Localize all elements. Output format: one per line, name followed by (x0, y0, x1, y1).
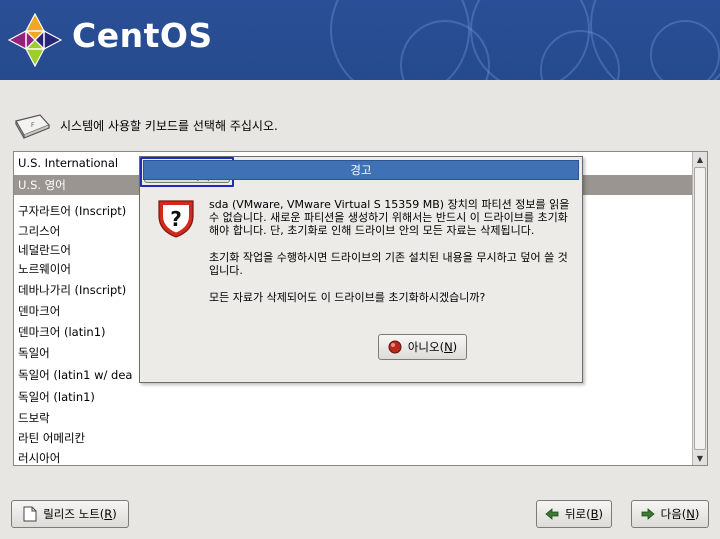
scrollbar-thumb[interactable] (694, 167, 706, 450)
no-button-label: 아니오(N) (407, 340, 458, 354)
release-notes-button[interactable]: 릴리즈 노트(R) (11, 500, 129, 528)
svg-text:F: F (31, 122, 35, 129)
keyboard-list-item[interactable]: 라틴 어메리칸 (14, 428, 692, 448)
dialog-message-2: 초기화 작업을 수행하시면 드라이브의 기존 설치된 내용을 무시하고 덮어 쓸… (209, 251, 568, 277)
list-scrollbar[interactable]: ▲ ▼ (692, 152, 707, 465)
dialog-message-1: sda (VMware, VMware Virtual S 15359 MB) … (209, 198, 570, 237)
keyboard-list-item[interactable]: 러시아어 (14, 448, 692, 465)
warning-dialog: 경고 ? sda (VMware, VMware Virtual S 15359… (139, 156, 583, 383)
dialog-message-3: 모든 자료가 삭제되어도 이 드라이브를 초기화하시겠습니까? (209, 291, 486, 304)
prompt-text: 시스템에 사용할 키보드를 선택해 주십시오. (60, 118, 278, 133)
keyboard-prompt: F 시스템에 사용할 키보드를 선택해 주십시오. (12, 110, 278, 140)
red-circle-icon (388, 340, 402, 354)
keyboard-list-item[interactable]: 독일어 (latin1) (14, 387, 692, 407)
keyboard-list-item[interactable]: 드보락 (14, 408, 692, 428)
scroll-down-arrow-icon[interactable]: ▼ (693, 451, 707, 465)
release-notes-label: 릴리즈 노트(R) (43, 507, 117, 521)
next-button-label: 다음(N) (660, 507, 700, 521)
dialog-message: sda (VMware, VMware Virtual S 15359 MB) … (209, 198, 573, 318)
centos-header-banner: CentOS (0, 0, 720, 80)
question-warning-icon: ? (158, 200, 194, 238)
centos-logo-text: CentOS (72, 16, 213, 55)
arrow-right-icon (641, 508, 655, 520)
back-button[interactable]: 뒤로(B) (536, 500, 612, 528)
arrow-left-icon (545, 508, 559, 520)
dialog-title: 경고 (143, 160, 579, 180)
back-button-label: 뒤로(B) (564, 507, 604, 521)
keyboard-icon: F (15, 114, 51, 139)
svg-text:?: ? (170, 207, 182, 231)
centos-logo-icon (8, 13, 62, 67)
scroll-up-arrow-icon[interactable]: ▲ (693, 152, 707, 166)
document-icon (23, 506, 37, 522)
next-button[interactable]: 다음(N) (631, 500, 709, 528)
no-button[interactable]: 아니오(N) (378, 334, 467, 360)
